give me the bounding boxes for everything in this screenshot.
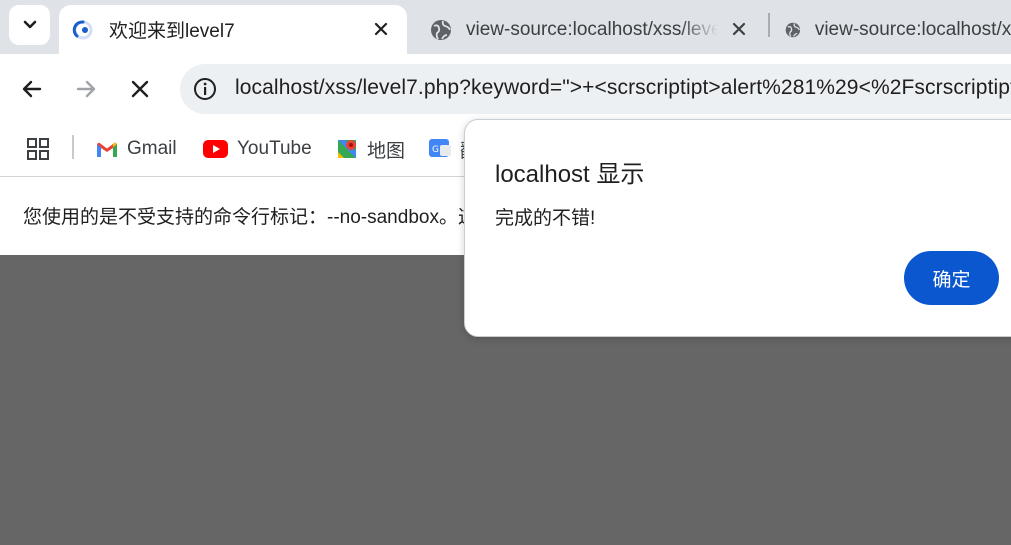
toolbar: localhost/xss/level7.php?keyword=">+<scr…: [0, 54, 1011, 124]
address-bar[interactable]: localhost/xss/level7.php?keyword=">+<scr…: [180, 64, 1011, 114]
url-host: localhost: [235, 76, 319, 99]
gmail-icon: [97, 142, 117, 157]
svg-text:G: G: [432, 145, 439, 155]
back-button[interactable]: [15, 72, 49, 106]
close-icon: [732, 22, 746, 36]
bookmark-youtube[interactable]: YouTube: [203, 134, 312, 164]
arrow-left-icon: [22, 80, 42, 98]
chevron-down-icon: [23, 20, 36, 29]
loading-spinner-icon: [72, 19, 93, 39]
bookmark-gmail[interactable]: Gmail: [96, 134, 177, 164]
apps-grid-icon: [27, 138, 49, 160]
site-info-button[interactable]: [192, 76, 218, 102]
translate-icon: G: [429, 139, 451, 157]
globe-icon: [431, 19, 451, 40]
url-text: localhost/xss/level7.php?keyword=">+<scr…: [235, 76, 1011, 100]
ok-button[interactable]: 确定: [904, 251, 999, 305]
maps-icon: [338, 140, 356, 158]
youtube-icon: [203, 140, 228, 158]
url-path: /xss/level7.php?keyword=">+<scrscriptipt…: [318, 76, 1011, 99]
tab-close-button[interactable]: [369, 17, 393, 41]
tab-separator: [768, 13, 770, 37]
apps-button[interactable]: [26, 134, 50, 164]
globe-icon: [785, 22, 801, 37]
tab-close-button[interactable]: [727, 17, 751, 41]
bookmarks-separator: [72, 135, 74, 159]
forward-button[interactable]: [69, 72, 103, 106]
tab-search-button[interactable]: [9, 5, 50, 45]
bookmark-label: Gmail: [127, 138, 177, 159]
tab-strip: 欢迎来到level7 view-source:localhost/xss/lev…: [0, 0, 1011, 54]
close-icon: [131, 80, 149, 98]
bookmark-label: YouTube: [237, 138, 312, 159]
tab-view-source-2[interactable]: view-source:localhost/xss/level7.php: [776, 5, 1011, 54]
info-icon: [194, 78, 216, 100]
close-icon: [374, 22, 388, 36]
bookmark-maps[interactable]: 地图: [336, 134, 405, 164]
alert-dialog: localhost 显示 完成的不错! 确定: [464, 119, 1011, 337]
stop-loading-button[interactable]: [123, 72, 157, 106]
tab-title: view-source:localhost/xss/level7.php: [466, 18, 718, 40]
tab-view-source-1[interactable]: view-source:localhost/xss/level7.php: [418, 5, 763, 54]
tab-active[interactable]: 欢迎来到level7: [59, 5, 407, 54]
bookmark-label: 地图: [367, 140, 406, 162]
dialog-message: 完成的不错!: [495, 208, 596, 229]
dialog-title: localhost 显示: [495, 161, 645, 188]
tab-title: view-source:localhost/xss/level7.php: [814, 18, 1011, 40]
arrow-right-icon: [76, 80, 96, 98]
tab-title: 欢迎来到level7: [109, 21, 235, 42]
